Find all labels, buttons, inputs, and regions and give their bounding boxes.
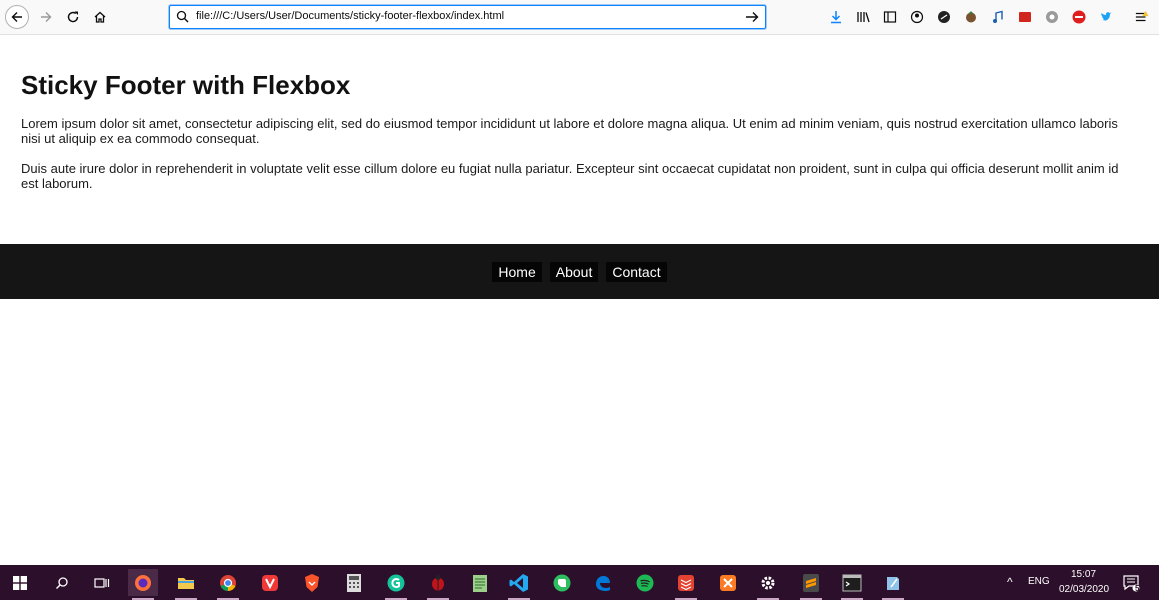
search-taskbar-button[interactable] — [47, 569, 77, 596]
action-center-button[interactable]: 5 — [1118, 569, 1144, 596]
file-explorer-taskbar-app[interactable] — [171, 569, 201, 600]
paragraph-2: Duis aute irure dolor in reprehenderit i… — [21, 161, 1119, 191]
extension-dark-circle-icon[interactable] — [937, 10, 951, 24]
notepad-icon — [473, 574, 487, 592]
vscode-taskbar-app[interactable] — [504, 569, 534, 600]
menu-icon[interactable] — [1135, 10, 1149, 24]
download-icon[interactable] — [829, 10, 843, 24]
todoist-icon — [678, 574, 694, 591]
clock-time[interactable]: 15:07 — [1071, 569, 1096, 580]
gear-icon — [761, 576, 775, 589]
notes-taskbar-app[interactable] — [878, 569, 908, 600]
extension-gray-circle-icon[interactable] — [1045, 10, 1059, 24]
terminal-taskbar-app[interactable] — [837, 569, 867, 600]
home-icon — [94, 11, 106, 23]
sublime-text-taskbar-app[interactable] — [796, 569, 826, 600]
vivaldi-taskbar-app[interactable] — [255, 569, 285, 596]
firefox-icon — [135, 574, 151, 591]
sidebar-icon[interactable] — [883, 10, 897, 24]
url-bar[interactable]: file:///C:/Users/User/Documents/sticky-f… — [169, 5, 766, 29]
go-arrow-icon[interactable] — [744, 9, 760, 30]
calculator-icon — [347, 573, 361, 592]
edge-taskbar-app[interactable] — [588, 569, 618, 596]
brave-taskbar-app[interactable] — [297, 569, 327, 596]
twitter-icon[interactable] — [1099, 10, 1113, 24]
page-title: Sticky Footer with Flexbox — [21, 70, 351, 100]
notepad-taskbar-app[interactable] — [465, 569, 495, 596]
search-icon — [176, 10, 189, 28]
start-button[interactable] — [5, 569, 35, 596]
grammarly-icon — [387, 574, 405, 591]
windows-taskbar: ^ ENG 15:07 02/03/2020 5 — [0, 565, 1159, 600]
back-button[interactable] — [5, 5, 29, 29]
arrow-right-icon — [41, 12, 52, 22]
chrome-icon — [220, 574, 236, 591]
firefox-taskbar-app[interactable] — [128, 569, 158, 600]
xampp-taskbar-app[interactable] — [713, 569, 743, 596]
chevron-up-icon[interactable]: ^ — [1007, 575, 1013, 589]
extension-cookie-icon[interactable] — [964, 10, 978, 24]
windows-logo-icon — [13, 575, 27, 590]
adblock-icon[interactable] — [1072, 10, 1086, 24]
arrow-left-icon — [11, 12, 22, 22]
notes-icon — [887, 576, 899, 590]
brave-lion-icon — [305, 573, 319, 592]
task-view-button[interactable] — [87, 569, 117, 596]
spotify-taskbar-app[interactable] — [630, 569, 660, 596]
footer-link-contact[interactable]: Contact — [606, 262, 667, 282]
grammarly-taskbar-app[interactable] — [381, 569, 411, 600]
xampp-icon — [720, 574, 736, 591]
library-icon[interactable] — [856, 10, 870, 24]
footer-link-home[interactable]: Home — [492, 262, 542, 282]
evernote-taskbar-app[interactable] — [547, 569, 577, 596]
language-indicator[interactable]: ENG — [1028, 576, 1050, 587]
home-button[interactable] — [88, 5, 112, 29]
account-icon[interactable] — [910, 10, 924, 24]
browser-toolbar: file:///C:/Users/User/Documents/sticky-f… — [0, 0, 1159, 35]
forward-button[interactable] — [34, 5, 58, 29]
evernote-icon — [553, 574, 571, 591]
spotify-icon — [636, 574, 654, 591]
task-view-icon — [94, 577, 110, 588]
vscode-icon — [509, 573, 528, 592]
ladybug-icon — [432, 574, 444, 590]
paragraph-1: Lorem ipsum dolor sit amet, consectetur … — [21, 116, 1118, 146]
footer-nav: Home About Contact — [0, 262, 1159, 282]
extension-music-icon[interactable] — [991, 10, 1005, 24]
sublime-text-icon — [803, 573, 819, 592]
calculator-taskbar-app[interactable] — [339, 569, 369, 596]
edge-icon — [596, 575, 610, 591]
clock-date[interactable]: 02/03/2020 — [1059, 584, 1109, 595]
reload-button[interactable] — [61, 5, 85, 29]
notification-count: 5 — [1135, 584, 1140, 593]
search-icon — [56, 576, 68, 589]
chrome-taskbar-app[interactable] — [213, 569, 243, 600]
folder-icon — [178, 577, 194, 589]
settings-taskbar-app[interactable] — [753, 569, 783, 600]
page-footer: Home About Contact — [0, 244, 1159, 299]
vivaldi-icon — [262, 574, 278, 591]
extension-red-square-icon[interactable] — [1018, 10, 1032, 24]
todoist-taskbar-app[interactable] — [671, 569, 701, 600]
footer-link-about[interactable]: About — [549, 262, 599, 282]
terminal-icon — [842, 574, 862, 591]
url-text[interactable]: file:///C:/Users/User/Documents/sticky-f… — [196, 10, 504, 22]
reload-icon — [67, 11, 79, 23]
bug-app-taskbar-app[interactable] — [423, 569, 453, 600]
